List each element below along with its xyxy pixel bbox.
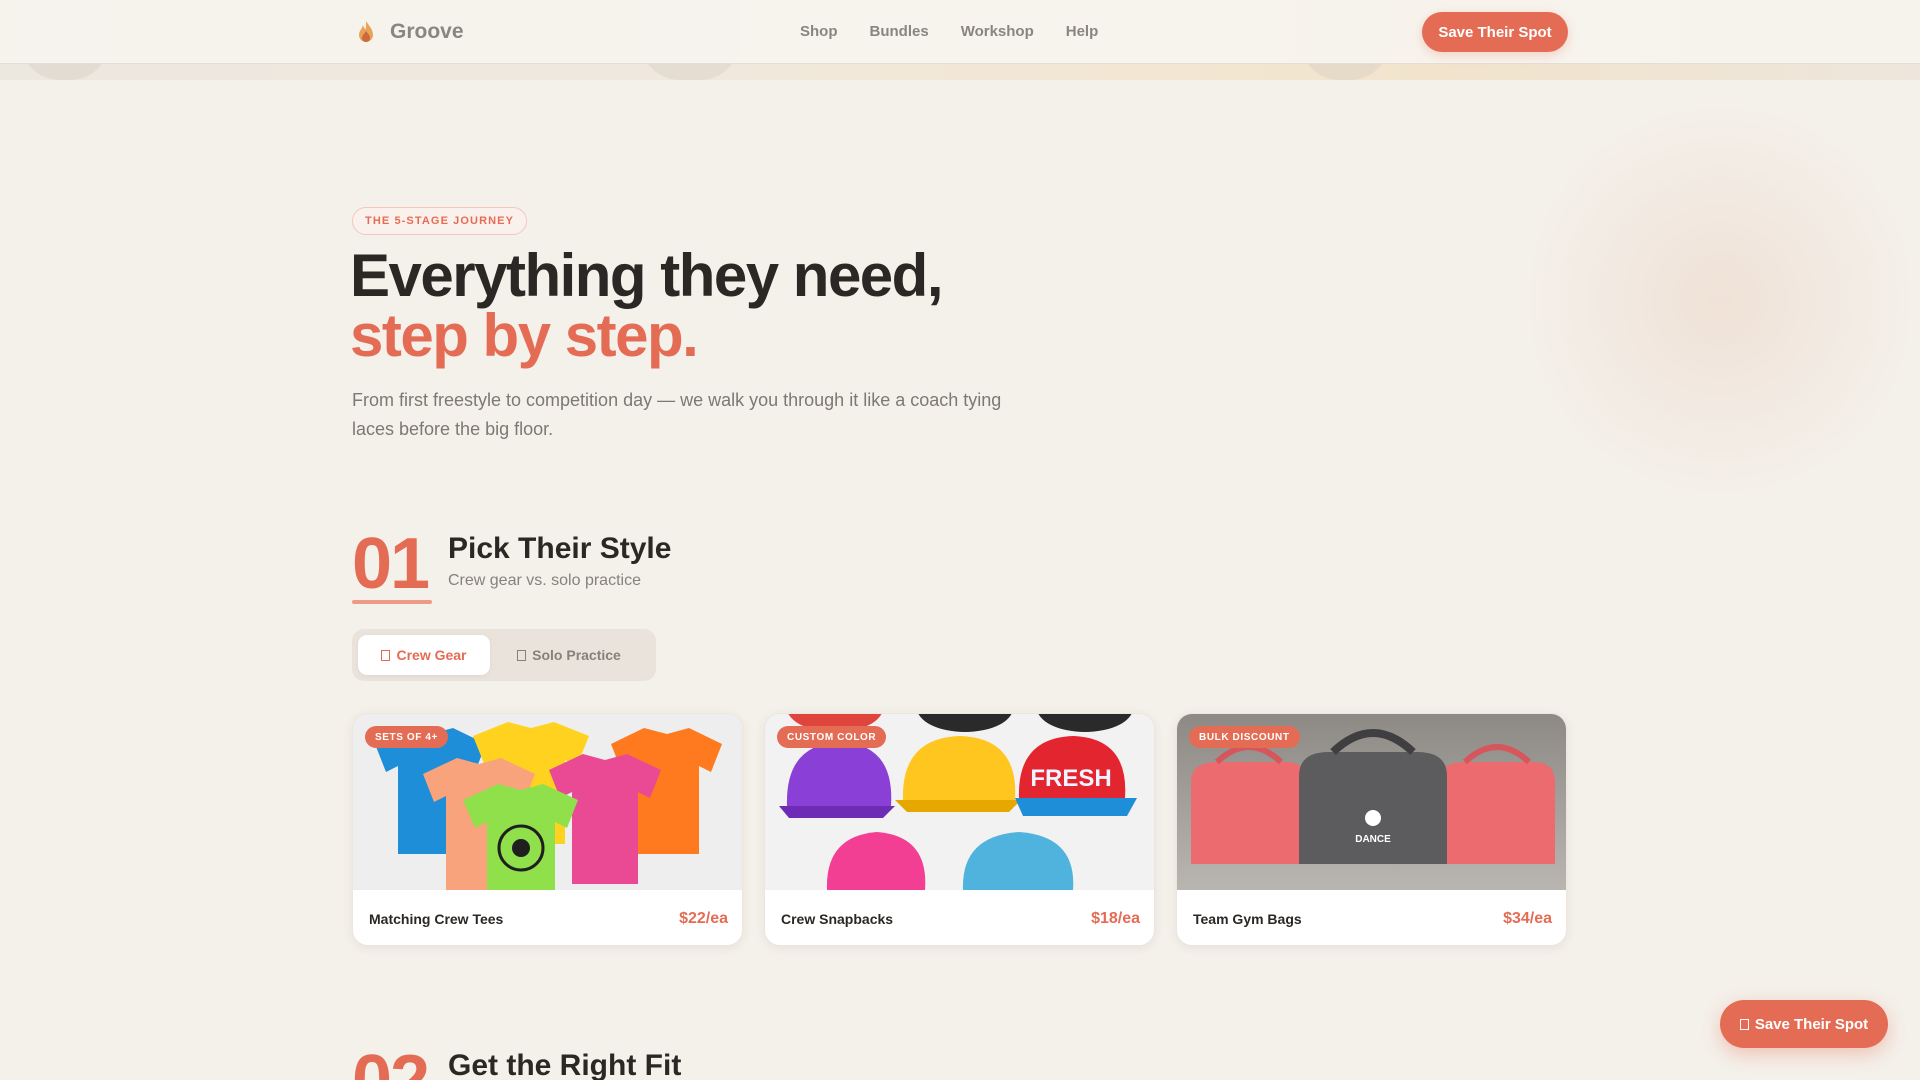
team-gym-bags-image: DANCE BULK DISCOUNT: [1177, 714, 1566, 890]
save-their-spot-button[interactable]: Save Their Spot: [1422, 12, 1568, 52]
product-name: Matching Crew Tees: [369, 910, 504, 927]
hero-title-accent: step by step.: [350, 302, 699, 369]
brand-name: Groove: [390, 20, 464, 43]
product-card-crew-snapbacks[interactable]: FRESH CUSTOM COLOR Crew Snapbacks $18/ea: [764, 713, 1155, 946]
decorative-blob: [1530, 90, 1910, 510]
brand-logo[interactable]: Groove: [352, 18, 464, 46]
eyebrow-badge: THE 5-STAGE JOURNEY: [352, 207, 528, 235]
style-toggle: Crew Gear Solo Practice: [352, 629, 656, 681]
svg-text:FRESH: FRESH: [1030, 765, 1111, 792]
step-number-underline: [352, 600, 432, 604]
ticket-icon: [1739, 1018, 1749, 1030]
product-price: $18/ea: [1091, 909, 1140, 927]
step-number: 02: [352, 1045, 430, 1080]
hero-title: Everything they need,: [350, 242, 944, 309]
step-number: 01: [352, 524, 430, 604]
flame-icon: [352, 18, 380, 46]
badge-sets: SETS OF 4+: [365, 726, 448, 748]
crew-snapbacks-image: FRESH CUSTOM COLOR: [765, 714, 1154, 890]
nav-item-help[interactable]: Help: [1066, 23, 1099, 40]
crew-gear-label: Crew Gear: [396, 647, 467, 663]
product-name: Team Gym Bags: [1193, 910, 1302, 927]
product-cards: SETS OF 4+ Matching Crew Tees $22/ea FRE…: [352, 713, 1567, 946]
nav-item-bundles[interactable]: Bundles: [870, 23, 929, 40]
product-price: $34/ea: [1503, 909, 1552, 927]
main-nav: Shop Bundles Workshop Help: [800, 23, 1098, 40]
step-title: Pick Their Style: [448, 532, 672, 565]
floating-save-their-spot-button[interactable]: Save Their Spot: [1720, 1000, 1888, 1048]
crew-gear-tab[interactable]: Crew Gear: [358, 635, 490, 675]
badge-bulk-discount: BULK DISCOUNT: [1189, 726, 1300, 748]
svg-text:DANCE: DANCE: [1355, 834, 1391, 845]
badge-custom-color: CUSTOM COLOR: [777, 726, 887, 748]
product-name: Crew Snapbacks: [781, 910, 894, 927]
solo-practice-label: Solo Practice: [532, 647, 621, 663]
crew-gear-icon: [381, 649, 391, 661]
product-price: $22/ea: [679, 909, 728, 927]
top-navigation-bar: Groove Shop Bundles Workshop Help Save T…: [0, 0, 1920, 64]
product-card-crew-tees[interactable]: SETS OF 4+ Matching Crew Tees $22/ea: [352, 713, 743, 946]
solo-practice-tab[interactable]: Solo Practice: [494, 635, 644, 675]
crew-tees-image: SETS OF 4+: [353, 714, 742, 890]
solo-practice-icon: [517, 649, 527, 661]
step-subtitle: Crew gear vs. solo practice: [448, 572, 641, 589]
hero-description: From first freestyle to competition day …: [352, 390, 1002, 439]
product-card-team-gym-bags[interactable]: DANCE BULK DISCOUNT Team Gym Bags $34/ea: [1176, 713, 1567, 946]
step-title: Get the Right Fit: [448, 1049, 682, 1080]
floating-cta-label: Save Their Spot: [1754, 1015, 1869, 1033]
nav-item-shop[interactable]: Shop: [800, 23, 838, 40]
nav-item-workshop[interactable]: Workshop: [961, 23, 1034, 40]
